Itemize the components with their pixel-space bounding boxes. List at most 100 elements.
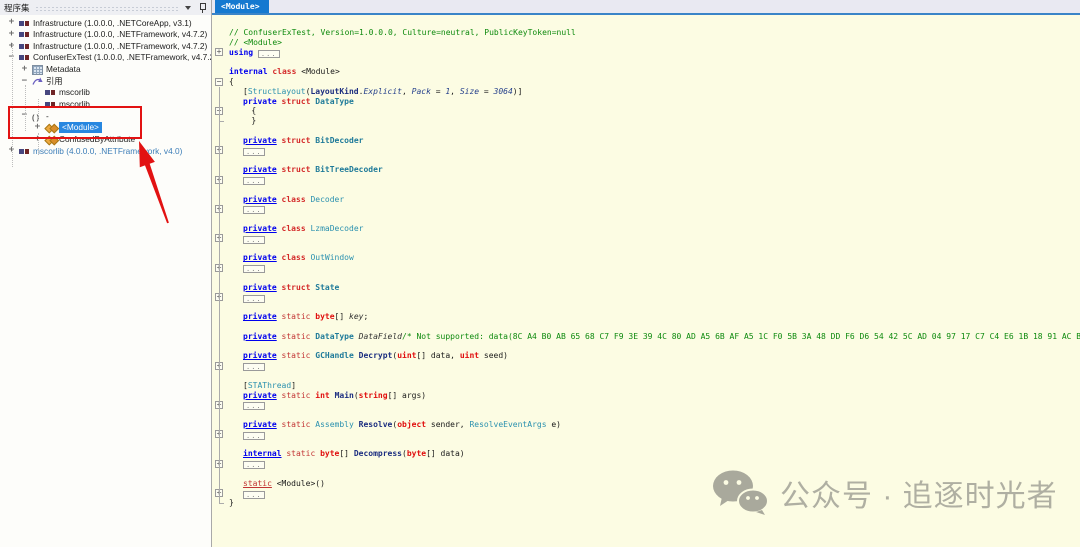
tree-item-label: mscorlib (59, 99, 90, 110)
code-line: ... (243, 175, 265, 185)
code-line: [STAThread] (243, 381, 296, 391)
tree-item-label: mscorlib (59, 87, 90, 98)
assembly-icon (45, 88, 56, 98)
code-line: [StructLayout(LayoutKind.Explicit, Pack … (243, 87, 522, 97)
code-line: // ConfuserExTest, Version=1.0.0.0, Cult… (229, 28, 576, 38)
assemblies-panel: 程序集 + Infrastructure (1.0.0.0, .NETCoreAp… (0, 0, 212, 547)
code-line: internal static byte[] Decompress(byte[]… (243, 449, 465, 459)
panel-header: 程序集 (0, 0, 211, 15)
document-tabstrip: <Module> (212, 0, 1080, 15)
fold-end-corner (219, 503, 224, 504)
code-line: ... (243, 204, 265, 214)
tree-guide-line (38, 133, 39, 155)
assembly-icon (19, 19, 30, 29)
tree-expander[interactable]: + (7, 18, 16, 27)
collapsed-region[interactable]: ... (243, 461, 265, 469)
tree-expander[interactable]: + (7, 30, 16, 39)
tree-item-label: ConfusedByAttribute (59, 134, 135, 145)
tree-item-mscorlib-ref-2[interactable]: mscorlib (0, 98, 211, 110)
code-line: private static GCHandle Decrypt(uint[] d… (243, 351, 508, 361)
tree-item-label: 引用 (46, 76, 63, 87)
code-line: // <Module> (229, 38, 282, 48)
code-line: private static Assembly Resolve(object s… (243, 420, 561, 430)
tree-item-mscorlib-gac[interactable]: +mscorlib (4.0.0.0, .NETFramework, v4.0) (0, 145, 211, 157)
collapsed-region[interactable]: ... (243, 177, 265, 185)
code-line: private struct BitTreeDecoder (243, 165, 383, 175)
tree-guide-line (38, 99, 39, 120)
tree-item-label: ConfuserExTest (1.0.0.0, .NETFramework, … (33, 52, 211, 63)
code-line: ... (243, 489, 265, 499)
fold-toggle[interactable]: − (215, 78, 223, 86)
watermark-text: 公众号 · 追逐时光者 (780, 471, 1058, 515)
assembly-icon (19, 42, 30, 52)
code-line: static <Module>() (243, 479, 325, 489)
tree-item-label: Infrastructure (1.0.0.0, .NETFramework, … (33, 29, 207, 40)
dropdown-caret-icon[interactable] (185, 6, 191, 10)
collapsed-region[interactable]: ... (243, 491, 265, 499)
tree-item-infrastructure-3[interactable]: +Infrastructure (1.0.0.0, .NETFramework,… (0, 40, 211, 52)
collapsed-region[interactable]: ... (243, 148, 265, 156)
collapsed-region[interactable]: ... (243, 295, 265, 303)
tree-item-label: mscorlib (4.0.0.0, .NETFramework, v4.0) (33, 146, 182, 157)
tree-item-confuserextest[interactable]: −ConfuserExTest (1.0.0.0, .NETFramework,… (0, 52, 211, 64)
tab-module[interactable]: <Module> (215, 0, 269, 13)
code-line: ... (243, 459, 265, 469)
tree-item-label: Metadata (46, 64, 81, 75)
collapsed-region[interactable]: ... (243, 363, 265, 371)
code-line: ... (243, 293, 265, 303)
collapsed-region[interactable]: ... (243, 402, 265, 410)
code-line: } (229, 498, 234, 508)
code-line: private struct State (243, 283, 339, 293)
watermark: 公众号 · 追逐时光者 (712, 470, 1058, 516)
code-line: { (251, 106, 256, 116)
code-editor[interactable]: // ConfuserExTest, Version=1.0.0.0, Cult… (212, 15, 1080, 547)
tree-item-references[interactable]: −引用 (0, 75, 211, 87)
code-line: ... (243, 146, 265, 156)
collapsed-region[interactable]: ... (258, 50, 280, 58)
folding-gutter-line (219, 87, 220, 503)
assembly-icon (19, 30, 30, 40)
code-line: } (251, 116, 256, 126)
tree-item-label: <Module> (59, 122, 102, 133)
tree-guide-line (12, 43, 13, 167)
code-line: private class OutWindow (243, 253, 354, 263)
code-line: ... (243, 361, 265, 371)
code-line: private class LzmaDecoder (243, 224, 363, 234)
code-line: ... (243, 430, 265, 440)
code-line: { (229, 77, 234, 87)
collapsed-region[interactable]: ... (243, 236, 265, 244)
code-line: private static DataType DataField/* Not … (243, 332, 1080, 342)
tree-item-label: Infrastructure (1.0.0.0, .NETFramework, … (33, 41, 207, 52)
tree-item-label: Infrastructure (1.0.0.0, .NETCoreApp, v3… (33, 18, 192, 29)
assembly-icon (45, 100, 56, 110)
code-line: private static byte[] key; (243, 312, 368, 322)
tree-item-namespace-empty[interactable]: −- (0, 110, 211, 122)
tree-item-confusedbyattribute[interactable]: +ConfusedByAttribute (0, 133, 211, 145)
tree-expander[interactable]: + (20, 65, 29, 74)
tree-item-infrastructure-1[interactable]: + Infrastructure (1.0.0.0, .NETCoreApp, v… (0, 17, 211, 29)
code-line: private class Decoder (243, 195, 344, 205)
code-line: ... (243, 400, 265, 410)
tree-guide-line (25, 85, 26, 131)
collapsed-region[interactable]: ... (243, 206, 265, 214)
fold-toggle[interactable]: + (215, 48, 223, 56)
code-line: ... (243, 234, 265, 244)
pin-icon[interactable] (198, 2, 207, 14)
code-line: private static int Main(string[] args) (243, 391, 426, 401)
code-line: internal class <Module> (229, 67, 340, 77)
panel-drag-texture (35, 6, 180, 11)
code-line: ... (243, 263, 265, 273)
code-line: private struct DataType (243, 97, 354, 107)
code-line: using ... (229, 48, 280, 58)
tree-item-module[interactable]: + <Module> (0, 122, 211, 134)
assembly-tree[interactable]: + Infrastructure (1.0.0.0, .NETCoreApp, v… (0, 15, 211, 547)
wechat-icon (712, 470, 770, 516)
assembly-icon (19, 147, 30, 157)
tree-item-metadata[interactable]: + Metadata (0, 64, 211, 76)
collapsed-region[interactable]: ... (243, 432, 265, 440)
tree-expander[interactable]: + (33, 123, 42, 132)
panel-title: 程序集 (4, 2, 30, 14)
tree-item-infrastructure-2[interactable]: + Infrastructure (1.0.0.0, .NETFramework,… (0, 29, 211, 41)
collapsed-region[interactable]: ... (243, 265, 265, 273)
tree-item-mscorlib-ref-1[interactable]: mscorlib (0, 87, 211, 99)
